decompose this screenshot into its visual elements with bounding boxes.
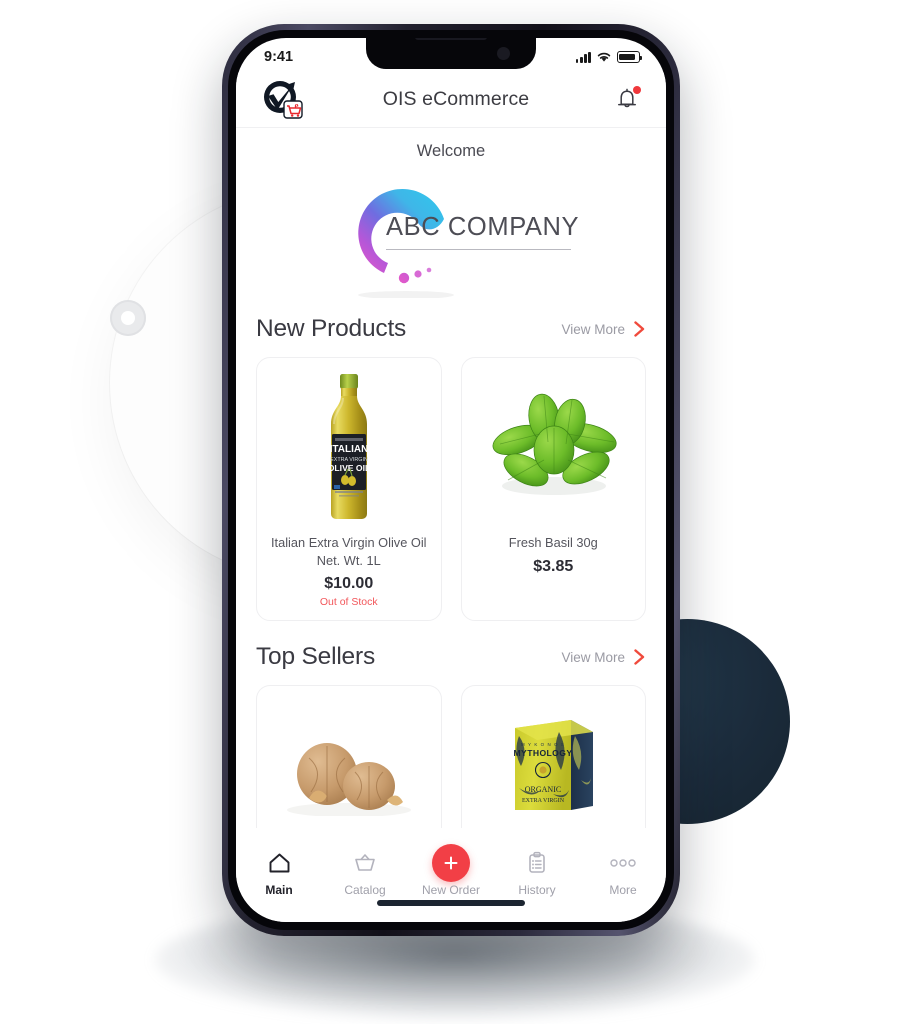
- home-indicator[interactable]: [377, 900, 525, 906]
- product-card[interactable]: Fresh Basil 30g $3.85: [460, 357, 646, 622]
- tab-label: History: [518, 883, 556, 897]
- notification-badge-dot: [633, 85, 641, 94]
- app-bar: e OIS eCommerce: [236, 72, 666, 128]
- app-title: OIS eCommerce: [382, 88, 530, 110]
- section-title: New Products: [256, 315, 407, 342]
- view-more-top-sellers-button[interactable]: View More: [561, 648, 646, 666]
- earpiece-speaker: [415, 38, 487, 40]
- basket-icon: [352, 849, 378, 877]
- olive-oil-bottle-image: ITALIAN EXTRA VIRGIN OLIVE OIL: [267, 368, 431, 528]
- svg-text:EXTRA VIRGIN: EXTRA VIRGIN: [522, 798, 565, 804]
- walnuts-image: [267, 696, 431, 817]
- svg-text:e: e: [295, 100, 299, 110]
- tab-more[interactable]: More: [583, 849, 663, 897]
- background-ring-decoration: [110, 300, 146, 336]
- new-order-fab[interactable]: [432, 844, 470, 882]
- product-price: $3.85: [533, 557, 574, 575]
- svg-text:OLIVE OIL: OLIVE OIL: [328, 463, 371, 473]
- ellipsis-icon: [608, 849, 638, 877]
- home-icon: [267, 849, 292, 877]
- wifi-icon: [597, 52, 611, 62]
- ois-ecommerce-logo-icon: e: [256, 77, 306, 123]
- status-bar-indicators: [575, 51, 643, 63]
- battery-icon: [617, 51, 643, 63]
- view-more-label: View More: [561, 321, 625, 337]
- section-header-top-sellers: Top Sellers View More: [236, 643, 666, 671]
- tab-label: Main: [265, 883, 293, 897]
- svg-text:ITALIAN: ITALIAN: [329, 444, 368, 455]
- product-card[interactable]: M Y K O N O S MYTHOLOGY ORGANIC EXTRA VI…: [460, 685, 646, 829]
- fresh-basil-image: [472, 368, 636, 528]
- phone-notch: [366, 38, 536, 69]
- tab-catalog[interactable]: Catalog: [325, 849, 405, 897]
- tab-label: New Order: [421, 883, 480, 897]
- main-content: Welcome ABC COMPANY New Products View Mo…: [236, 128, 666, 840]
- tab-label: More: [609, 883, 637, 897]
- front-camera: [497, 47, 510, 60]
- product-stock-status: Out of Stock: [319, 596, 378, 609]
- product-row-new-products: ITALIAN EXTRA VIRGIN OLIVE OIL Italian E…: [236, 343, 666, 622]
- product-card[interactable]: ITALIAN EXTRA VIRGIN OLIVE OIL Italian E…: [256, 357, 442, 622]
- svg-text:MYTHOLOGY: MYTHOLOGY: [514, 748, 573, 758]
- company-logo-area: ABC COMPANY: [236, 165, 666, 305]
- promo-scene: 9:41 e OIS eCommerce Welcome ABC COMPANY…: [0, 0, 903, 1024]
- tab-main[interactable]: Main: [239, 849, 319, 897]
- company-name-underline: [386, 248, 571, 250]
- status-bar-time: 9:41: [264, 49, 294, 65]
- mythology-organic-extra-virgin-box-image: M Y K O N O S MYTHOLOGY ORGANIC EXTRA VI…: [472, 696, 636, 816]
- product-name: Fresh Basil 30g: [508, 535, 598, 550]
- notification-bell-button[interactable]: [610, 83, 644, 117]
- clipboard-list-icon: [526, 849, 548, 877]
- phone-device-frame: 9:41 e OIS eCommerce Welcome ABC COMPANY…: [222, 24, 680, 936]
- phone-screen: 9:41 e OIS eCommerce Welcome ABC COMPANY…: [236, 38, 666, 922]
- section-header-new-products: New Products View More: [236, 315, 666, 343]
- chevron-right-icon: [634, 649, 645, 666]
- bottom-tab-bar: Main Catalog New Order History More: [236, 840, 666, 922]
- tab-history[interactable]: History: [497, 849, 577, 897]
- welcome-label: Welcome: [416, 142, 486, 160]
- plus-circle-icon: [432, 844, 470, 882]
- company-name-label: ABC COMPANY: [386, 212, 580, 241]
- abc-company-swoosh-logo: ABC COMPANY: [326, 173, 580, 298]
- cellular-signal-icon: [575, 51, 591, 63]
- view-more-label: View More: [561, 649, 625, 665]
- product-row-top-sellers: M Y K O N O S MYTHOLOGY ORGANIC EXTRA VI…: [236, 671, 666, 829]
- tab-label: Catalog: [344, 883, 386, 897]
- chevron-right-icon: [634, 321, 645, 337]
- section-title: Top Sellers: [256, 643, 375, 671]
- product-card[interactable]: [256, 685, 442, 829]
- tab-new-order[interactable]: New Order: [411, 844, 491, 897]
- svg-text:ORGANIC: ORGANIC: [525, 785, 561, 794]
- view-more-new-products-button[interactable]: View More: [561, 320, 646, 338]
- svg-text:M Y K O N O S: M Y K O N O S: [521, 742, 565, 747]
- product-name: Italian Extra Virgin Olive Oil Net. Wt. …: [270, 535, 427, 568]
- product-price: $10.00: [324, 575, 374, 593]
- phone-bezel: 9:41 e OIS eCommerce Welcome ABC COMPANY…: [228, 30, 674, 930]
